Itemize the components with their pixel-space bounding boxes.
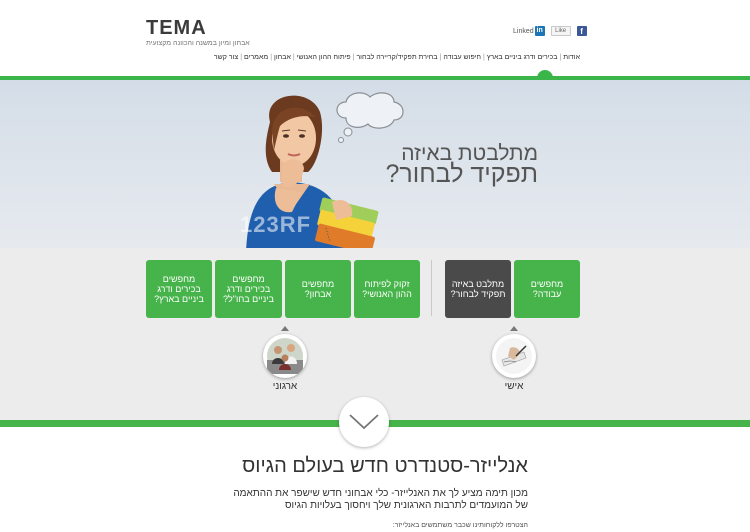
logo-letters-rest: EMA (159, 17, 207, 39)
hero-heading-line2: תפקיד לבחור? (385, 160, 538, 188)
nav-item-contact[interactable]: צור קשר (212, 54, 240, 61)
scroll-down-button[interactable] (339, 397, 389, 447)
tile-executives-local[interactable]: מחפשים בכירים ודרג ביניים בארץ? (146, 260, 212, 318)
facebook-like-button[interactable]: Like (550, 26, 571, 36)
logo-word: TEMA (146, 18, 236, 38)
tile-human-capital[interactable]: זקוק לפיתוח ההון האנושי? (354, 260, 420, 318)
nav-item-articles[interactable]: מאמרים (242, 54, 270, 61)
section-title: אנלייזר-סטנדרט חדש בעולם הגיוס (242, 455, 528, 477)
org-circle[interactable] (263, 334, 307, 378)
linkedin-label: Linked (513, 27, 534, 35)
linkedin-link[interactable]: Linked in (513, 26, 545, 36)
nav-item-executives-local[interactable]: בכירים ודרג ביניים בארץ (485, 54, 560, 61)
stock-watermark: 123RF (240, 212, 312, 237)
linkedin-icon: in (534, 26, 545, 36)
section-paragraph-3: הצטרפו ללקוחותינו שכבר משתמשים באנלייזר: (392, 522, 528, 529)
nav-item-job-search[interactable]: חיפוש עבודה (441, 54, 483, 61)
org-pointer-icon (281, 326, 289, 331)
tile-executives-abroad[interactable]: מחפשים בכירים ודרג ביניים בחו"ל? (215, 260, 282, 318)
team-people-icon (267, 338, 303, 374)
social-links: Linked in Like f (513, 24, 587, 38)
main-nav: אודות | בכירים ודרג ביניים בארץ | חיפוש עב… (212, 54, 582, 61)
tile-assessment[interactable]: מחפשים אבחון? (285, 260, 351, 318)
personal-pointer-icon (510, 326, 518, 331)
tema-logo[interactable]: TEMA אבחון ומיון במשנה והכוונה מקצועית (146, 18, 250, 48)
chevron-down-icon (349, 414, 379, 430)
tile-job-search[interactable]: מחפשים עבודה? (514, 260, 580, 318)
nav-item-career-choice[interactable]: בחירת תפקיד/קריירה לבחור (354, 54, 439, 61)
writing-hand-icon (496, 338, 532, 374)
facebook-icon[interactable]: f (576, 26, 587, 36)
tile-career-choice[interactable]: מתלבט באיזה תפקיד לבחור? (445, 260, 511, 318)
hero-banner: 123RF מתלבטת באיזה תפקיד לבחור? (0, 80, 750, 248)
personal-label: אישי (504, 381, 524, 392)
tiles-divider (431, 260, 432, 316)
section-paragraph-1: מכון תימה מציע לך את האנלייזר- כלי אבחונ… (233, 488, 528, 499)
org-label: ארגוני (272, 381, 298, 392)
site-header: TEMA אבחון ומיון במשנה והכוונה מקצועית L… (0, 0, 750, 80)
logo-tagline: אבחון ומיון במשנה והכוונה מקצועית (146, 40, 250, 47)
nav-item-assessment[interactable]: אבחון (272, 54, 293, 61)
section-paragraph-2: של המועמדים לתרבות הארגונית שלך ויחסוך ב… (284, 500, 528, 511)
nav-item-human-capital[interactable]: פיתוח ההון האנושי (295, 54, 353, 61)
personal-circle[interactable] (492, 334, 536, 378)
logo-letter-t: T (146, 17, 160, 39)
nav-item-about[interactable]: אודות (561, 54, 582, 61)
